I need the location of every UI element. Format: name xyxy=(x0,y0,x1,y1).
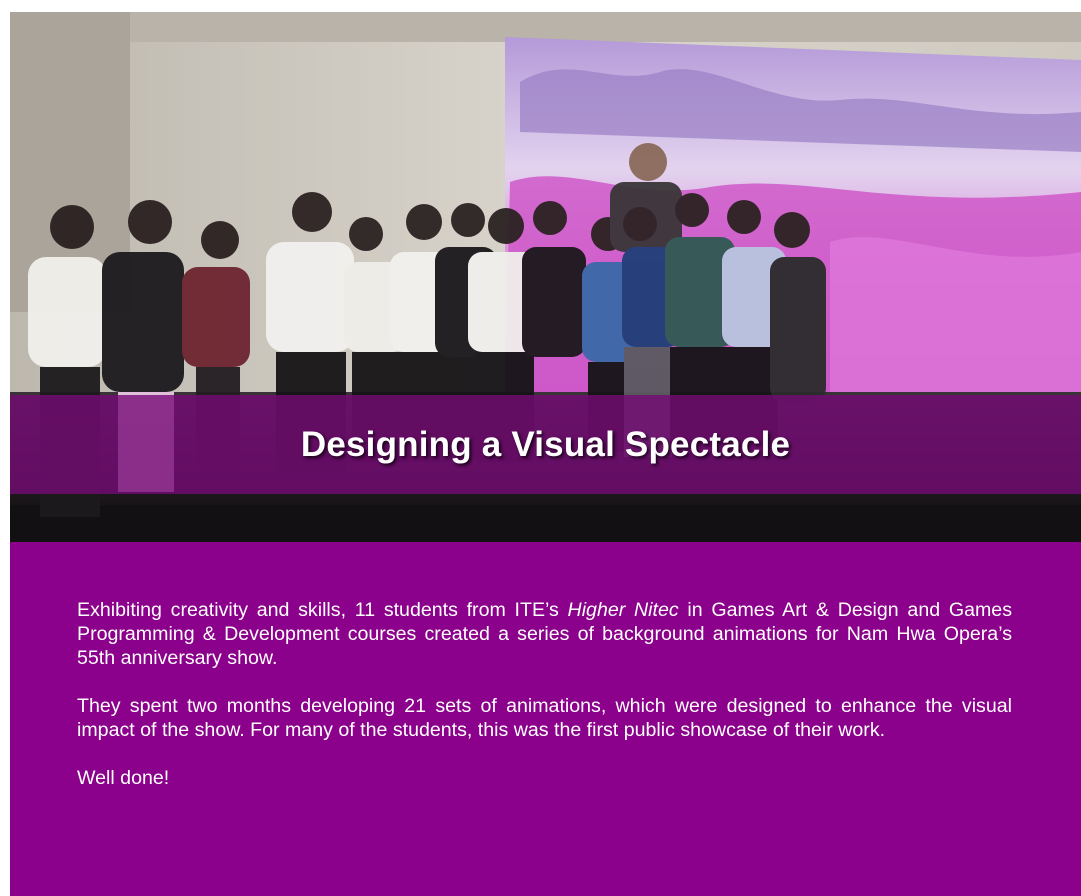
article-panel: Exhibiting creativity and skills, 11 stu… xyxy=(10,542,1081,896)
title-banner: Designing a Visual Spectacle xyxy=(10,395,1081,494)
course-name: Higher Nitec xyxy=(567,599,679,621)
banner-title: Designing a Visual Spectacle xyxy=(300,424,791,464)
article-body: Exhibiting creativity and skills, 11 stu… xyxy=(77,598,1012,790)
closing-line: Well done! xyxy=(77,767,170,789)
paragraph-1-start: Exhibiting creativity and skills, 11 stu… xyxy=(77,599,568,621)
group-photo: Designing a Visual Spectacle xyxy=(10,12,1081,542)
paragraph-2: They spent two months developing 21 sets… xyxy=(77,695,1012,741)
paragraph-1: Exhibiting creativity and skills, 11 stu… xyxy=(77,598,1012,670)
article-card: Designing a Visual Spectacle Exhibiting … xyxy=(10,12,1081,896)
